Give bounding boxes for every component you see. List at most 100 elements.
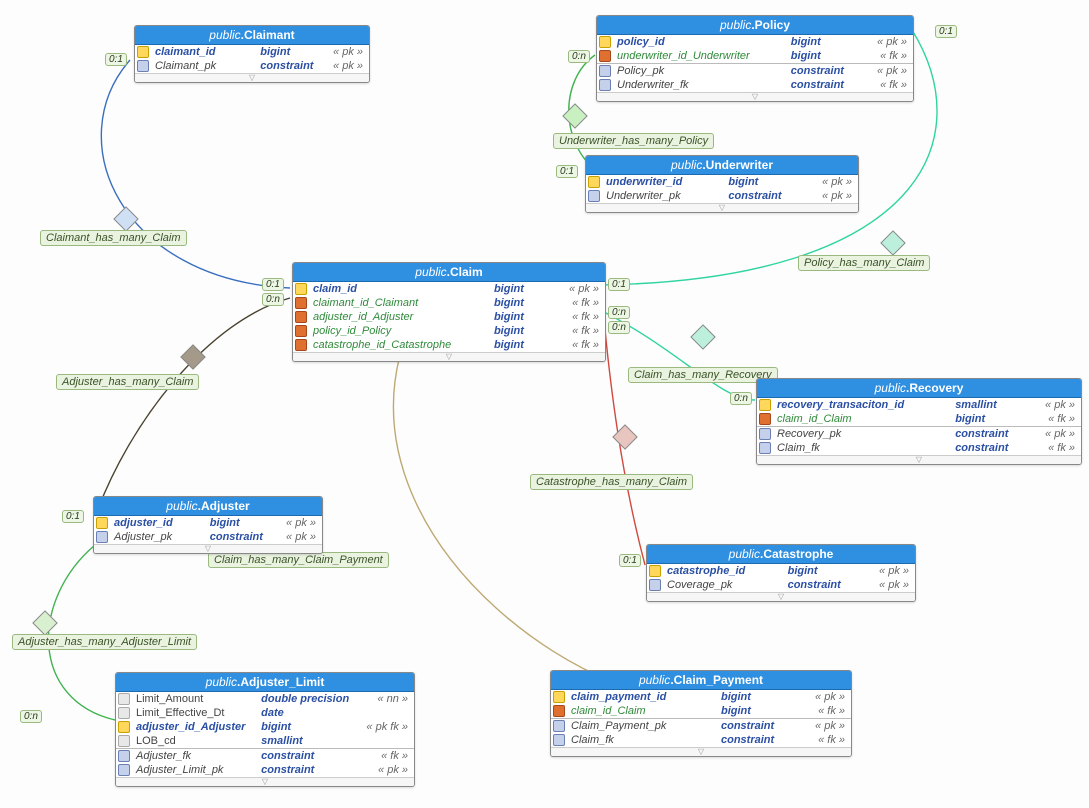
rel-label-adjuster-limit: Adjuster_has_many_Adjuster_Limit bbox=[12, 634, 197, 650]
card: 0:1 bbox=[62, 510, 84, 523]
column-type: bigint bbox=[490, 324, 552, 338]
column-tag: « pk » bbox=[864, 578, 915, 592]
card: 0:n bbox=[608, 306, 630, 319]
collapse-handle[interactable]: ▽ bbox=[94, 544, 322, 553]
collapse-handle[interactable]: ▽ bbox=[135, 73, 369, 82]
collapse-handle[interactable]: ▽ bbox=[757, 455, 1081, 464]
entity-title: public.Recovery bbox=[757, 379, 1081, 398]
constraint-icon bbox=[96, 531, 108, 543]
column-type: constraint bbox=[951, 441, 1032, 455]
card: 0:n bbox=[568, 50, 590, 63]
entity-title: public.Claimant bbox=[135, 26, 369, 45]
entity-adjuster-limit[interactable]: public.Adjuster_Limit Limit_Amount doubl… bbox=[115, 672, 415, 787]
entity-name: Catastrophe bbox=[763, 547, 833, 561]
column-tag: « fk » bbox=[552, 324, 605, 338]
entity-adjuster[interactable]: public.Adjuster adjuster_id bigint « pk … bbox=[93, 496, 323, 554]
pk-icon bbox=[649, 565, 661, 577]
entity-claim[interactable]: public.Claim claim_id bigint « pk » clai… bbox=[292, 262, 606, 362]
column-tag: « pk » bbox=[801, 719, 851, 734]
column-tag: « pk » bbox=[1032, 398, 1081, 412]
column-name: policy_id bbox=[613, 35, 787, 49]
column-tag: « pk » bbox=[361, 763, 414, 777]
card: 0:n bbox=[262, 293, 284, 306]
entity-name: Policy bbox=[755, 18, 790, 32]
column-tag: « pk » bbox=[326, 45, 369, 59]
rel-label-claimant-claim: Claimant_has_many_Claim bbox=[40, 230, 187, 246]
constraint-icon bbox=[137, 60, 149, 72]
entity-claim-payment[interactable]: public.Claim_Payment claim_payment_id bi… bbox=[550, 670, 852, 757]
entity-recovery[interactable]: public.Recovery recovery_transaciton_id … bbox=[756, 378, 1082, 465]
entity-title: public.Catastrophe bbox=[647, 545, 915, 564]
fk-icon bbox=[553, 705, 565, 717]
entity-schema: public bbox=[209, 28, 240, 42]
entity-schema: public bbox=[671, 158, 702, 172]
pk-icon bbox=[295, 283, 307, 295]
column-type: constraint bbox=[206, 530, 274, 544]
column-tag: « pk » bbox=[806, 189, 858, 203]
constraint-icon bbox=[599, 65, 611, 77]
column-tag: « nn » bbox=[361, 692, 414, 706]
entity-title: public.Claim bbox=[293, 263, 605, 282]
pk-icon bbox=[588, 176, 600, 188]
rel-label-adjuster-claim: Adjuster_has_many_Claim bbox=[56, 374, 199, 390]
diamond-adjuster-claim bbox=[180, 344, 205, 369]
collapse-handle[interactable]: ▽ bbox=[647, 592, 915, 601]
entity-schema: public bbox=[415, 265, 446, 279]
entity-schema: public bbox=[206, 675, 237, 689]
card: 0:1 bbox=[262, 278, 284, 291]
column-name: LOB_cd bbox=[132, 734, 257, 748]
entity-schema: public bbox=[639, 673, 670, 687]
column-tag: « fk » bbox=[866, 49, 913, 63]
column-type: bigint bbox=[724, 175, 806, 189]
entity-name: Claim bbox=[450, 265, 483, 279]
column-tag: « pk » bbox=[866, 64, 913, 79]
entity-name: Claimant bbox=[244, 28, 295, 42]
column-tag: « fk » bbox=[552, 338, 605, 352]
entity-name: Adjuster_Limit bbox=[240, 675, 324, 689]
rel-label-catastrophe-claim: Catastrophe_has_many_Claim bbox=[530, 474, 693, 490]
attr-icon bbox=[118, 693, 130, 705]
fk-icon bbox=[759, 413, 771, 425]
collapse-handle[interactable]: ▽ bbox=[586, 203, 858, 212]
collapse-handle[interactable]: ▽ bbox=[551, 747, 851, 756]
collapse-handle[interactable]: ▽ bbox=[597, 92, 913, 101]
column-name: adjuster_id_Adjuster bbox=[309, 310, 490, 324]
constraint-icon bbox=[118, 764, 130, 776]
column-tag: « fk » bbox=[866, 78, 913, 92]
column-type: double precision bbox=[257, 692, 361, 706]
entity-title: public.Adjuster_Limit bbox=[116, 673, 414, 692]
column-type: constraint bbox=[951, 427, 1032, 442]
column-tag: « fk » bbox=[1032, 412, 1081, 426]
entity-claimant[interactable]: public.Claimant claimant_id bigint « pk … bbox=[134, 25, 370, 83]
column-type: bigint bbox=[490, 310, 552, 324]
column-type: smallint bbox=[951, 398, 1032, 412]
column-tag: « fk » bbox=[361, 749, 414, 764]
entity-catastrophe[interactable]: public.Catastrophe catastrophe_id bigint… bbox=[646, 544, 916, 602]
collapse-handle[interactable]: ▽ bbox=[293, 352, 605, 361]
column-name: adjuster_id_Adjuster bbox=[132, 720, 257, 734]
column-type: bigint bbox=[717, 690, 801, 704]
card: 0:n bbox=[608, 321, 630, 334]
collapse-handle[interactable]: ▽ bbox=[116, 777, 414, 786]
diamond-adjuster-limit bbox=[32, 610, 57, 635]
column-tag: « fk » bbox=[552, 310, 605, 324]
card: 0:n bbox=[730, 392, 752, 405]
column-tag: « pk » bbox=[806, 175, 858, 189]
diamond-policy-claim bbox=[880, 230, 905, 255]
pk-icon bbox=[118, 721, 130, 733]
column-name: Coverage_pk bbox=[663, 578, 784, 592]
column-name: Limit_Effective_Dt bbox=[132, 706, 257, 720]
column-tag: « pk » bbox=[326, 59, 369, 73]
column-name: claim_payment_id bbox=[567, 690, 717, 704]
card: 0:1 bbox=[608, 278, 630, 291]
entity-title: public.Claim_Payment bbox=[551, 671, 851, 690]
entity-underwriter[interactable]: public.Underwriter underwriter_id bigint… bbox=[585, 155, 859, 213]
column-name: adjuster_id bbox=[110, 516, 206, 530]
column-type: bigint bbox=[206, 516, 274, 530]
entity-policy[interactable]: public.Policy policy_id bigint « pk » un… bbox=[596, 15, 914, 102]
column-name: Claim_fk bbox=[567, 733, 717, 747]
column-tag bbox=[361, 706, 414, 720]
column-name: claim_id_Claim bbox=[773, 412, 951, 426]
rel-label-underwriter-policy: Underwriter_has_many_Policy bbox=[553, 133, 714, 149]
column-name: policy_id_Policy bbox=[309, 324, 490, 338]
